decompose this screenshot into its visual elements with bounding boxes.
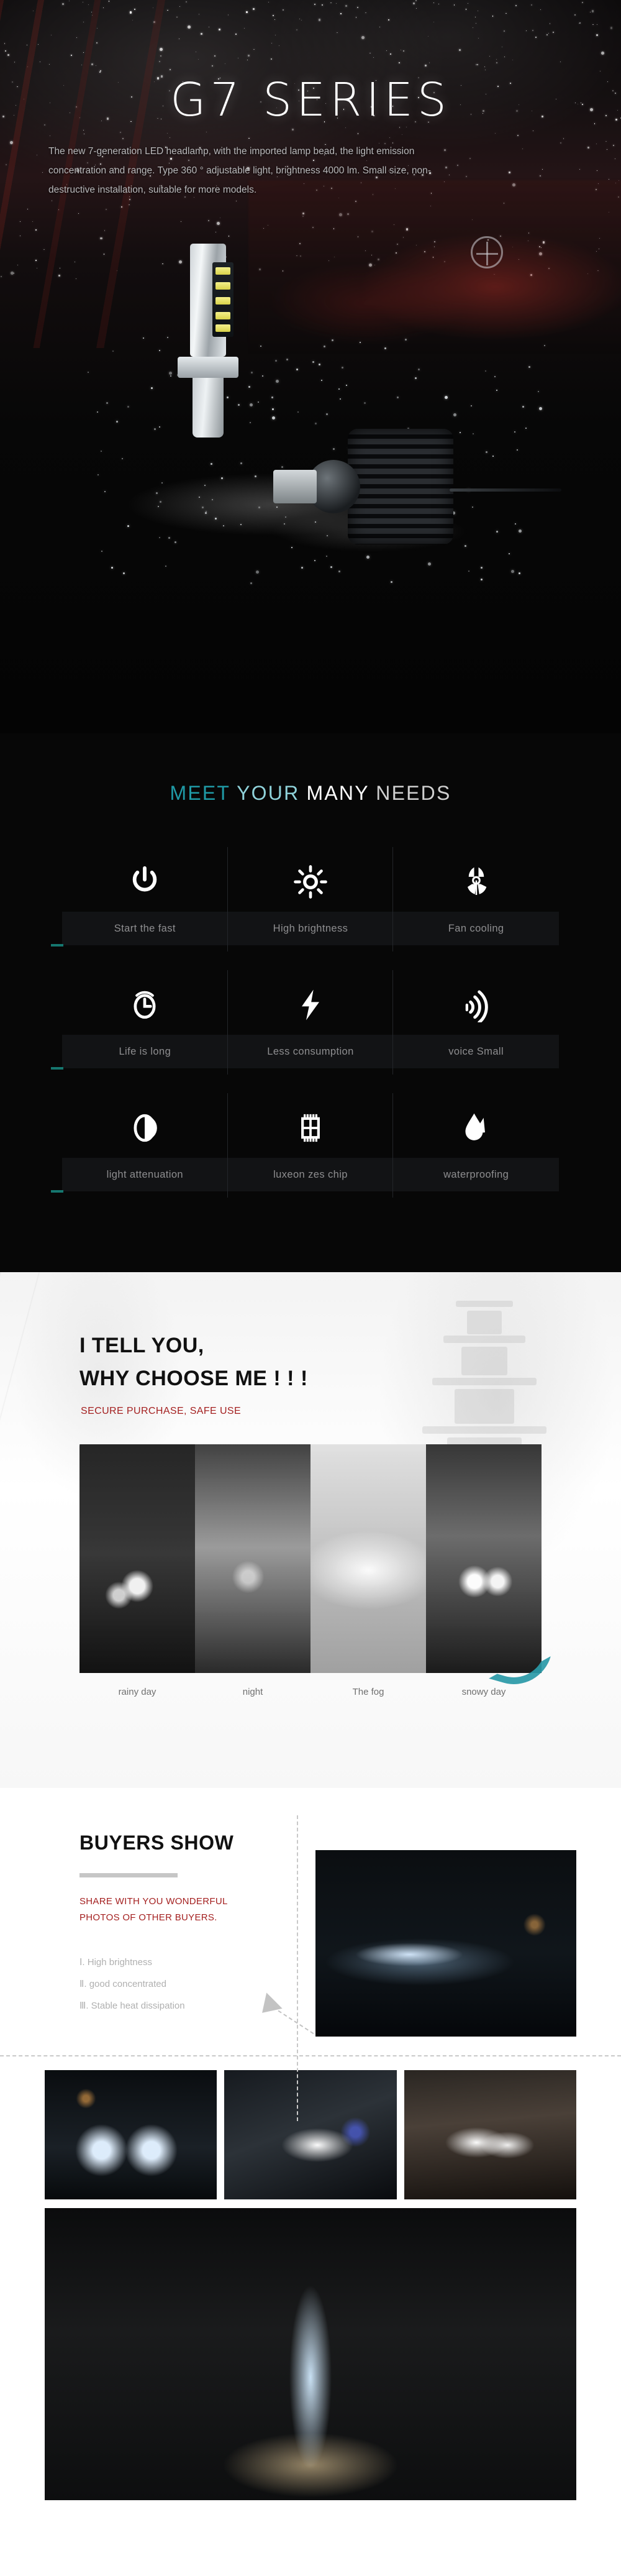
vw-logo-icon bbox=[471, 236, 503, 268]
feature-item-fan-cooling[interactable]: Fan cooling bbox=[393, 843, 559, 966]
features-section: MEET YOUR MANY NEEDS Start the fast High… bbox=[0, 733, 621, 1272]
contrast-icon bbox=[127, 1098, 162, 1158]
weather-condition-cards: rainy day night The fog snowy day bbox=[79, 1444, 542, 1697]
why-choose-section: I TELL YOU, WHY CHOOSE ME ! ! ! SECURE P… bbox=[0, 1272, 621, 1788]
weather-photo bbox=[79, 1444, 195, 1673]
buyer-photo-large[interactable] bbox=[45, 2208, 576, 2500]
bulb-base bbox=[273, 470, 317, 503]
buyer-photo-2[interactable] bbox=[224, 2070, 396, 2199]
feature-label: Fan cooling bbox=[393, 912, 559, 945]
feature-label: Less consumption bbox=[228, 1035, 394, 1068]
weather-photo bbox=[310, 1444, 426, 1673]
feature-item-light-attenuation[interactable]: light attenuation bbox=[62, 1089, 228, 1212]
heat-sink-fins bbox=[348, 429, 453, 544]
weather-photo bbox=[195, 1444, 310, 1673]
feature-label: waterproofing bbox=[393, 1158, 559, 1191]
weather-card-night[interactable]: night bbox=[195, 1444, 310, 1697]
why-subtitle: SECURE PURCHASE, SAFE USE bbox=[0, 1395, 621, 1417]
weather-caption: The fog bbox=[310, 1673, 426, 1697]
feature-item-voice-small[interactable]: voice Small bbox=[393, 966, 559, 1089]
sound-wave-icon bbox=[459, 975, 494, 1035]
feature-label: luxeon zes chip bbox=[228, 1158, 394, 1191]
clock-icon bbox=[127, 975, 162, 1035]
feature-item-start-the-fast[interactable]: Start the fast bbox=[62, 843, 228, 966]
horizontal-dashed-divider bbox=[0, 2055, 621, 2056]
vertical-dashed-divider bbox=[297, 1815, 298, 2121]
feature-label: voice Small bbox=[393, 1035, 559, 1068]
fan-icon bbox=[459, 852, 494, 912]
weather-card-fog[interactable]: The fog bbox=[310, 1444, 426, 1697]
weather-card-snowy[interactable]: snowy day bbox=[426, 1444, 542, 1697]
feature-item-less-consumption[interactable]: Less consumption bbox=[228, 966, 394, 1089]
feature-item-life-is-long[interactable]: Life is long bbox=[62, 966, 228, 1089]
buyers-subtitle-line-2: PHOTOS OF OTHER BUYERS. bbox=[79, 1912, 217, 1923]
feature-label: light attenuation bbox=[62, 1158, 228, 1191]
why-heading-line-1: I TELL YOU, bbox=[79, 1334, 204, 1357]
feature-item-waterproofing[interactable]: waterproofing bbox=[393, 1089, 559, 1212]
bulb-collar bbox=[178, 357, 238, 378]
page-title: G7 SERIES bbox=[0, 73, 621, 127]
features-title-word-1: MEET bbox=[170, 782, 230, 804]
buyer-photo-1[interactable] bbox=[45, 2070, 217, 2199]
why-heading: I TELL YOU, WHY CHOOSE ME ! ! ! bbox=[0, 1272, 621, 1395]
buyers-subtitle-line-1: SHARE WITH YOU WONDERFUL bbox=[79, 1896, 228, 1907]
feature-label: Life is long bbox=[62, 1035, 228, 1068]
features-title-word-3: MANY bbox=[306, 782, 369, 804]
bulb-body bbox=[190, 244, 226, 357]
why-heading-line-2: WHY CHOOSE ME ! ! ! bbox=[79, 1367, 308, 1390]
bulb-wire bbox=[450, 488, 561, 492]
features-title-word-2: YOUR bbox=[237, 782, 299, 804]
weather-caption: rainy day bbox=[79, 1673, 195, 1697]
weather-photo bbox=[426, 1444, 542, 1673]
weather-caption: night bbox=[195, 1673, 310, 1697]
buyer-photo-row bbox=[45, 2070, 576, 2199]
led-bulb-front-image bbox=[175, 244, 241, 449]
features-title-word-4: NEEDS bbox=[376, 782, 451, 804]
led-bulb-back-image bbox=[273, 429, 472, 547]
buyer-photo-3[interactable] bbox=[404, 2070, 576, 2199]
bulb-stem bbox=[193, 378, 224, 438]
hero-description: The new 7-generation LED headlamp, with … bbox=[48, 142, 446, 199]
chip-icon bbox=[293, 1098, 328, 1158]
buyers-show-section: BUYERS SHOW SHARE WITH YOU WONDERFUL PHO… bbox=[0, 1788, 621, 2519]
feature-label: High brightness bbox=[228, 912, 394, 945]
buyer-photo-featured[interactable] bbox=[315, 1850, 576, 2037]
sun-icon bbox=[293, 852, 328, 912]
led-chip bbox=[212, 262, 233, 337]
features-title: MEET YOUR MANY NEEDS bbox=[0, 782, 621, 805]
hero-section: G7 SERIES The new 7-generation LED headl… bbox=[0, 0, 621, 733]
feature-grid: Start the fast High brightness Fan cooli… bbox=[62, 843, 559, 1212]
lightning-icon bbox=[293, 975, 328, 1035]
weather-card-rainy[interactable]: rainy day bbox=[79, 1444, 195, 1697]
title-underline bbox=[79, 1873, 178, 1877]
water-drop-icon bbox=[459, 1098, 494, 1158]
power-icon bbox=[127, 852, 162, 912]
feature-label: Start the fast bbox=[62, 912, 228, 945]
bottom-spacer bbox=[0, 2500, 621, 2519]
feature-item-high-brightness[interactable]: High brightness bbox=[228, 843, 394, 966]
feature-item-luxeon-zes-chip[interactable]: luxeon zes chip bbox=[228, 1089, 394, 1212]
